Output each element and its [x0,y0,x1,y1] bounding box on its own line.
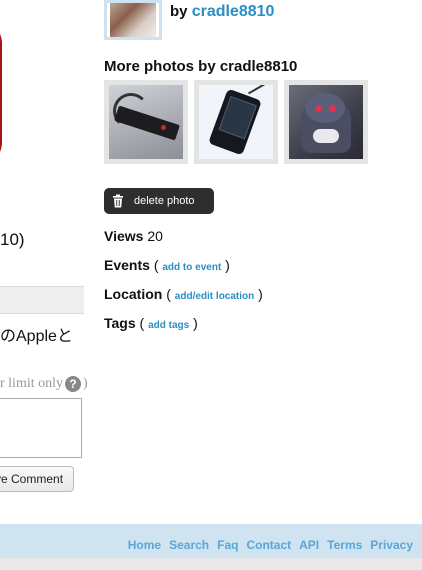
photo-thumbnail[interactable] [284,80,368,164]
by-label: by [170,3,188,20]
tags-label: Tags [104,315,136,331]
character-limit-close: ) [83,376,88,391]
events-row: Events ( add to event ) [104,257,230,273]
character-limit-text: r limit only [0,376,63,391]
comment-textarea[interactable] [0,398,82,458]
plush-fur-shape [313,129,339,143]
thumbnail-image [289,85,363,159]
views-count: 20 [147,228,163,244]
footer-link-faq[interactable]: Faq [217,538,238,552]
footer-link-search[interactable]: Search [169,538,209,552]
plush-eye-shape [329,105,336,112]
thumbnail-image [199,85,273,159]
plush-head-shape [305,93,345,123]
red-device-image [0,18,2,168]
views-row: Views 20 [104,228,163,244]
owner-avatar[interactable] [104,0,162,40]
views-label: Views [104,228,144,244]
owner-byline: by cradle8810 [170,3,274,21]
close-paren: ) [225,257,230,273]
help-icon[interactable]: ? [65,376,81,392]
character-limit-note: r limit only ? ) [0,376,88,392]
open-paren: ( [139,315,145,331]
solar-panel-shape [218,95,257,140]
photo-page: 10) のAppleと r limit only ? ) ve Comment … [0,0,422,570]
led-shape [161,125,166,130]
footer-link-api[interactable]: API [299,538,319,552]
trash-icon [113,194,123,208]
close-paren: ) [193,315,198,331]
save-comment-button[interactable]: ve Comment [0,466,75,492]
events-label: Events [104,257,150,273]
cord-shape [247,85,269,95]
open-paren: ( [166,286,171,302]
footer-nav: Home Search Faq Contact API Terms Privac… [128,538,413,552]
tags-row: Tags ( add tags ) [104,315,198,331]
delete-photo-button[interactable]: delete photo [104,188,214,214]
plush-eye-shape [315,105,322,112]
thumbnail-image [109,85,183,159]
footer-link-home[interactable]: Home [128,538,161,552]
edit-location-link[interactable]: add/edit location [175,291,254,302]
more-photos-list [104,80,368,164]
owner-username-link[interactable]: cradle8810 [192,3,275,20]
more-photos-title: More photos by cradle8810 [104,58,298,75]
footer-link-contact[interactable]: Contact [246,538,291,552]
photo-thumbnail[interactable] [104,80,188,164]
location-label: Location [104,286,163,302]
footer-link-privacy[interactable]: Privacy [370,538,413,552]
delete-photo-label: delete photo [134,195,195,207]
photo-thumbnail[interactable] [194,80,278,164]
footer-bottom-bar [0,558,422,570]
main-photo[interactable] [0,0,62,205]
owner-avatar-image [110,3,156,37]
close-paren: ) [258,286,263,302]
location-row: Location ( add/edit location ) [104,286,263,302]
open-paren: ( [153,257,159,273]
photo-title-fragment: 10) [0,230,25,249]
comment-text-fragment: のAppleと [0,328,73,345]
charger-shape [208,88,262,156]
site-footer: Home Search Faq Contact API Terms Privac… [0,524,422,558]
comments-header-bar [0,286,84,314]
add-tags-link[interactable]: add tags [148,320,189,331]
footer-link-terms[interactable]: Terms [327,538,362,552]
add-to-event-link[interactable]: add to event [162,262,221,273]
